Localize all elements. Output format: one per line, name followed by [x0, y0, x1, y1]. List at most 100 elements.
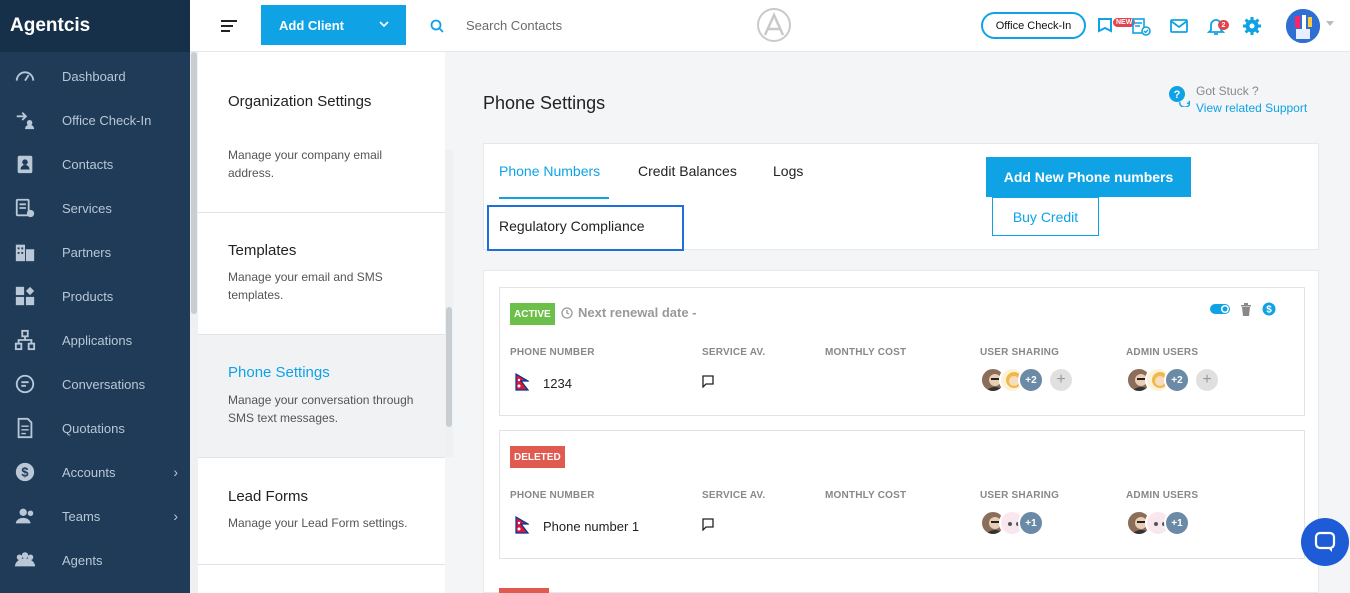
dollar-icon[interactable]: $ — [1262, 302, 1276, 316]
status-badge: DELETED — [510, 446, 565, 468]
sidebar-item-label: Dashboard — [62, 68, 126, 84]
avatar-dropdown-icon[interactable] — [1326, 21, 1334, 26]
settings-scrollbar[interactable] — [190, 52, 198, 593]
sms-chat-icon — [702, 375, 714, 388]
settings-list-scrollbar[interactable] — [445, 150, 453, 457]
sidebar-item-label: Office Check-In — [62, 112, 152, 128]
top-bar: Add Client Office Check-In NEW 2 — [190, 0, 1350, 52]
status-badge: ACTIVE — [510, 303, 555, 325]
sidebar-item-accounts[interactable]: $ Accounts › — [0, 450, 190, 494]
gear-icon[interactable] — [1242, 16, 1262, 36]
search-icon[interactable] — [430, 19, 444, 33]
sidebar-item-products[interactable]: Products — [0, 274, 190, 318]
tab-logs[interactable]: Logs — [773, 163, 803, 179]
add-new-phone-numbers-button[interactable]: Add New Phone numbers — [986, 157, 1191, 197]
office-checkin-button[interactable]: Office Check-In — [981, 12, 1086, 39]
active-tab-indicator — [499, 197, 609, 199]
col-service: SERVICE AV. — [702, 347, 766, 358]
sidebar-item-label: Conversations — [62, 376, 146, 392]
settings-item-title: Organization Settings — [228, 93, 372, 110]
sidebar: Agentcis Dashboard Office Check-In Conta… — [0, 0, 190, 593]
col-user-sharing: USER SHARING — [980, 347, 1060, 358]
more-admins-count[interactable]: +2 — [1164, 367, 1190, 393]
mail-icon[interactable] — [1169, 16, 1189, 36]
accounts-icon: $ — [15, 462, 35, 482]
sidebar-item-label: Contacts — [62, 156, 114, 172]
more-users-count[interactable]: +2 — [1018, 367, 1044, 393]
more-admins-count[interactable]: +1 — [1164, 510, 1190, 536]
settings-item-lead-forms[interactable]: Lead Forms Manage your Lead Form setting… — [198, 458, 445, 565]
quotations-icon — [17, 417, 33, 439]
col-user-sharing: USER SHARING — [980, 490, 1060, 501]
task-check-icon[interactable] — [1131, 16, 1151, 36]
view-support-link[interactable]: View related Support — [1196, 101, 1307, 115]
tabs-card: Phone Numbers Credit Balances Logs Regul… — [483, 143, 1319, 251]
sidebar-item-office-checkin[interactable]: Office Check-In — [0, 98, 190, 142]
trash-icon[interactable] — [1240, 302, 1252, 316]
partners-icon — [15, 244, 35, 262]
sidebar-item-dashboard[interactable]: Dashboard — [0, 54, 190, 98]
brand-logo[interactable]: Agentcis — [0, 0, 190, 52]
settings-item-desc: Manage your email and SMS templates. — [228, 270, 383, 302]
gauge-icon — [15, 71, 35, 82]
help-question: Got Stuck ? — [1196, 84, 1259, 98]
hamburger-menu-icon[interactable] — [221, 20, 237, 32]
tab-regulatory-compliance[interactable]: Regulatory Compliance — [499, 218, 645, 234]
teams-icon — [15, 508, 34, 524]
settings-item-phone-settings[interactable]: Phone Settings Manage your conversation … — [198, 335, 445, 458]
help-chat-icon[interactable]: ? — [1168, 85, 1190, 107]
sidebar-item-label: Quotations — [62, 420, 125, 436]
col-admin-users: ADMIN USERS — [1126, 490, 1199, 501]
settings-item-title: Templates — [228, 242, 297, 259]
add-client-button[interactable]: Add Client — [261, 5, 406, 45]
agents-icon — [14, 552, 36, 567]
sidebar-item-quotations[interactable]: Quotations — [0, 406, 190, 450]
phone-number: Phone number 1 — [543, 519, 640, 534]
col-admin-users: ADMIN USERS — [1126, 347, 1199, 358]
contacts-icon — [17, 155, 33, 174]
more-users-count[interactable]: +1 — [1018, 510, 1044, 536]
sidebar-item-label: Partners — [62, 244, 112, 260]
sidebar-item-partners[interactable]: Partners — [0, 230, 190, 274]
tab-regulatory-compliance-box[interactable]: Regulatory Compliance — [487, 205, 684, 251]
col-phone-number: PHONE NUMBER — [510, 347, 595, 358]
toggle-icon[interactable] — [1210, 303, 1232, 315]
settings-item-desc: Manage your company email address. — [228, 148, 383, 180]
sidebar-item-agents[interactable]: Agents — [0, 538, 190, 582]
chevron-right-icon: › — [173, 508, 178, 524]
sidebar-item-contacts[interactable]: Contacts — [0, 142, 190, 186]
svg-text:$: $ — [1266, 305, 1272, 316]
add-admin-icon[interactable]: + — [1196, 369, 1218, 391]
sidebar-item-label: Products — [62, 288, 114, 304]
buy-credit-button[interactable]: Buy Credit — [992, 197, 1099, 236]
settings-item-templates[interactable]: Templates Manage your email and SMS temp… — [198, 213, 445, 335]
sms-chat-icon — [702, 518, 714, 531]
sidebar-item-label: Applications — [62, 332, 133, 348]
chat-bubble-icon — [1314, 531, 1336, 552]
sidebar-item-teams[interactable]: Teams › — [0, 494, 190, 538]
renewal-text: Next renewal date - — [578, 305, 697, 320]
add-user-icon[interactable]: + — [1050, 369, 1072, 391]
sidebar-item-services[interactable]: Services — [0, 186, 190, 230]
settings-item-organization[interactable]: Organization Settings Manage your compan… — [198, 52, 445, 213]
nepal-flag-icon — [515, 373, 529, 391]
tab-credit-balances[interactable]: Credit Balances — [638, 163, 737, 179]
phone-card: DELETED PHONE NUMBER SERVICE AV. MONTHLY… — [499, 430, 1305, 559]
flag-icon[interactable] — [1095, 16, 1115, 36]
add-client-label: Add Client — [279, 17, 344, 33]
live-chat-button[interactable] — [1301, 518, 1349, 566]
applications-icon — [14, 329, 36, 351]
svg-text:$: $ — [21, 465, 28, 480]
user-avatar[interactable] — [1286, 9, 1320, 43]
sidebar-item-conversations[interactable]: Conversations — [0, 362, 190, 406]
settings-item-title: Lead Forms — [228, 488, 309, 505]
settings-list: Organization Settings Manage your compan… — [198, 52, 445, 593]
sidebar-item-label: Teams — [62, 508, 101, 524]
tab-phone-numbers[interactable]: Phone Numbers — [499, 163, 600, 179]
phone-list: ACTIVE Next renewal date - $ PHONE NUMBE… — [483, 270, 1319, 593]
sidebar-item-applications[interactable]: Applications — [0, 318, 190, 362]
checkin-icon — [16, 112, 35, 130]
services-icon — [15, 198, 35, 218]
search-input[interactable] — [466, 14, 686, 36]
col-phone-number: PHONE NUMBER — [510, 490, 595, 501]
